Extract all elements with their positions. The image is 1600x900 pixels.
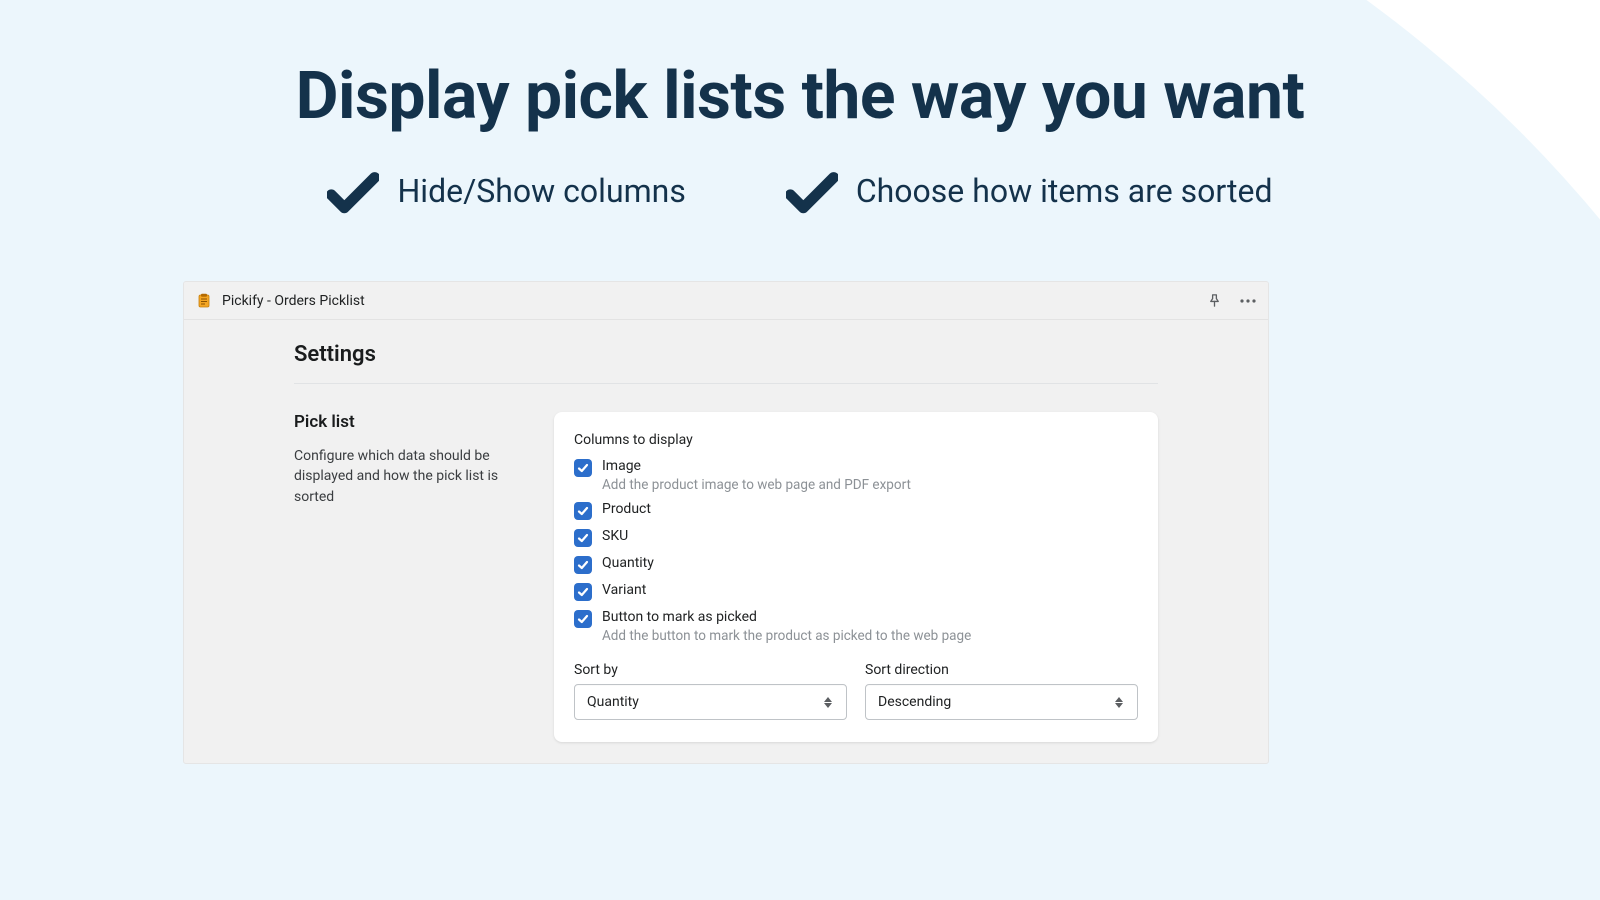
- settings-title: Settings: [294, 342, 1158, 384]
- checkbox-help: Add the button to mark the product as pi…: [602, 628, 971, 644]
- pin-icon[interactable]: [1206, 293, 1222, 309]
- checkbox-label: Image: [602, 458, 911, 474]
- checkbox-label: Quantity: [602, 555, 654, 571]
- checkbox[interactable]: [574, 583, 592, 601]
- sort-direction-group: Sort direction Descending: [865, 662, 1138, 720]
- app-window: Pickify - Orders Picklist Settings Pick …: [183, 281, 1269, 764]
- feature-choose-sort: Choose how items are sorted: [786, 171, 1273, 211]
- section-heading: Pick list: [294, 412, 526, 432]
- checkbox[interactable]: [574, 610, 592, 628]
- checkbox-label: Variant: [602, 582, 646, 598]
- checkbox-variant: Variant: [574, 582, 1138, 601]
- more-icon[interactable]: [1240, 293, 1256, 309]
- app-title: Pickify - Orders Picklist: [222, 293, 1206, 309]
- sort-selects-row: Sort by Quantity Sort direction Des: [574, 662, 1138, 720]
- checkbox[interactable]: [574, 529, 592, 547]
- checkbox[interactable]: [574, 502, 592, 520]
- checkbox-help: Add the product image to web page and PD…: [602, 477, 911, 493]
- check-icon: [327, 171, 379, 211]
- settings-card: Columns to display Image Add the product…: [554, 412, 1158, 742]
- checkbox[interactable]: [574, 459, 592, 477]
- checkbox-image: Image Add the product image to web page …: [574, 458, 1138, 493]
- hero-title: Display pick lists the way you want: [0, 58, 1600, 135]
- select-arrows-icon: [824, 697, 834, 708]
- settings-content: Pick list Configure which data should be…: [294, 412, 1158, 742]
- checkbox[interactable]: [574, 556, 592, 574]
- sort-by-group: Sort by Quantity: [574, 662, 847, 720]
- checkbox-product: Product: [574, 501, 1138, 520]
- app-clipboard-icon: [196, 293, 212, 309]
- select-arrows-icon: [1115, 697, 1125, 708]
- checkbox-sku: SKU: [574, 528, 1138, 547]
- feature-label: Hide/Show columns: [397, 172, 685, 210]
- app-header: Pickify - Orders Picklist: [184, 282, 1268, 320]
- feature-label: Choose how items are sorted: [856, 172, 1273, 210]
- sort-by-value: Quantity: [587, 694, 639, 710]
- app-body: Settings Pick list Configure which data …: [184, 320, 1268, 742]
- sort-direction-select[interactable]: Descending: [865, 684, 1138, 720]
- check-icon: [786, 171, 838, 211]
- sort-by-select[interactable]: Quantity: [574, 684, 847, 720]
- sort-by-label: Sort by: [574, 662, 847, 678]
- checkbox-quantity: Quantity: [574, 555, 1138, 574]
- checkbox-label: Product: [602, 501, 651, 517]
- section-description: Configure which data should be displayed…: [294, 446, 526, 507]
- columns-to-display-label: Columns to display: [574, 432, 1138, 448]
- header-actions: [1206, 293, 1256, 309]
- checkbox-label: Button to mark as picked: [602, 609, 971, 625]
- hero-section: Display pick lists the way you want Hide…: [0, 0, 1600, 211]
- hero-features: Hide/Show columns Choose how items are s…: [0, 171, 1600, 211]
- sort-direction-label: Sort direction: [865, 662, 1138, 678]
- feature-hide-show-columns: Hide/Show columns: [327, 171, 685, 211]
- settings-section-info: Pick list Configure which data should be…: [294, 412, 526, 742]
- sort-direction-value: Descending: [878, 694, 951, 710]
- checkbox-label: SKU: [602, 528, 628, 544]
- checkbox-mark-picked: Button to mark as picked Add the button …: [574, 609, 1138, 644]
